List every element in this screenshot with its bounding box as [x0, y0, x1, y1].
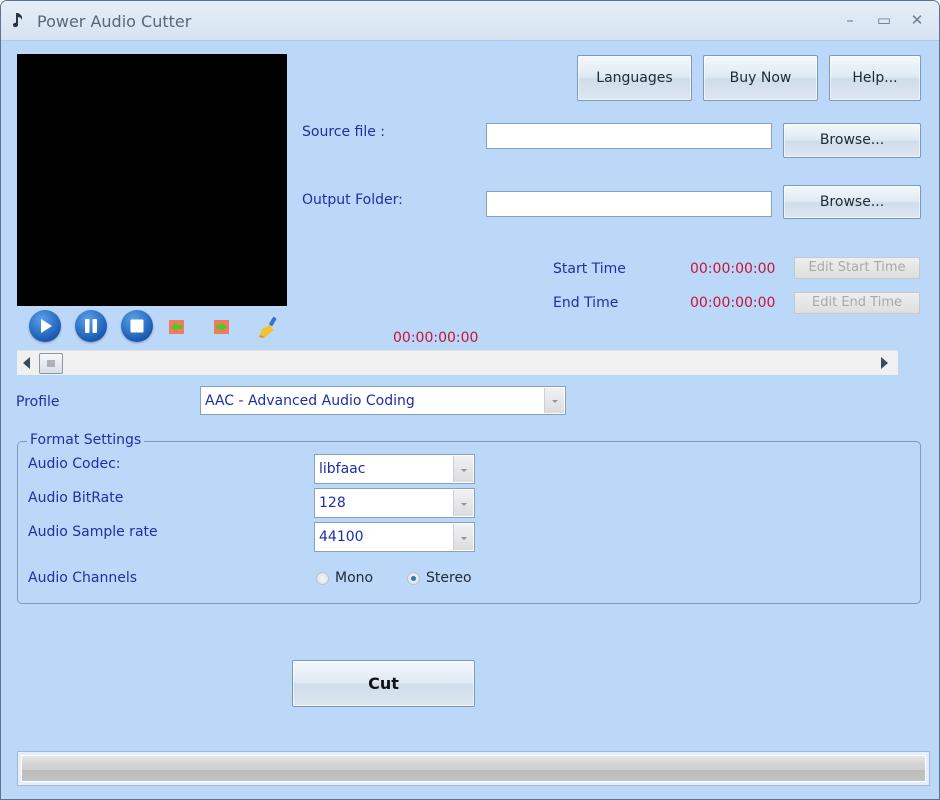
scroll-right-icon[interactable] [881, 357, 889, 369]
help-button[interactable]: Help... [829, 55, 921, 101]
audio-codec-select[interactable]: libfaac [314, 454, 475, 484]
output-folder-input[interactable] [486, 191, 772, 217]
languages-button[interactable]: Languages [577, 55, 692, 101]
profile-selected-value: AAC - Advanced Audio Coding [205, 392, 415, 409]
edit-end-time-label: Edit End Time [812, 295, 902, 310]
pause-button[interactable] [75, 310, 107, 342]
minimize-button[interactable]: – [839, 11, 861, 31]
help-button-label: Help... [852, 70, 898, 86]
close-button[interactable]: ✕ [906, 11, 928, 31]
audio-samplerate-select[interactable]: 44100 [314, 522, 475, 552]
chevron-down-icon[interactable] [453, 490, 473, 516]
cut-button[interactable]: Cut [292, 660, 475, 707]
audio-bitrate-select[interactable]: 128 [314, 488, 475, 518]
output-browse-label: Browse... [819, 194, 885, 210]
clear-icon[interactable] [259, 316, 279, 338]
languages-button-label: Languages [596, 70, 673, 86]
start-time-value: 00:00:00:00 [690, 261, 776, 277]
chevron-down-icon[interactable] [453, 456, 473, 482]
current-position-time: 00:00:00:00 [393, 330, 479, 346]
video-preview [17, 54, 287, 306]
profile-select[interactable]: AAC - Advanced Audio Coding [200, 386, 566, 415]
play-button[interactable] [29, 310, 61, 342]
buy-now-button[interactable]: Buy Now [703, 55, 818, 101]
source-browse-button[interactable]: Browse... [783, 123, 921, 158]
scroll-left-icon[interactable] [23, 357, 31, 369]
edit-start-time-label: Edit Start Time [808, 260, 906, 275]
audio-samplerate-label: Audio Sample rate [28, 524, 158, 540]
chevron-down-icon[interactable] [544, 388, 564, 413]
audio-bitrate-value: 128 [319, 495, 346, 511]
source-file-input[interactable] [486, 123, 772, 149]
stereo-radio-label[interactable]: Stereo [426, 570, 472, 586]
audio-bitrate-label: Audio BitRate [28, 490, 124, 506]
grip-icon [47, 360, 55, 367]
title-bar: Power Audio Cutter – ▭ ✕ [1, 1, 939, 41]
mono-radio-label[interactable]: Mono [335, 570, 373, 586]
edit-end-time-button[interactable]: Edit End Time [794, 292, 920, 314]
source-browse-label: Browse... [819, 132, 885, 148]
buy-now-button-label: Buy Now [729, 70, 792, 86]
progress-bar [17, 751, 930, 786]
end-time-label: End Time [553, 295, 619, 311]
audio-samplerate-value: 44100 [319, 529, 364, 545]
format-settings-title: Format Settings [27, 432, 145, 448]
progress-track [21, 755, 926, 782]
window-title: Power Audio Cutter [37, 12, 192, 31]
stop-button[interactable] [121, 310, 153, 342]
cut-button-label: Cut [368, 674, 399, 693]
pause-icon [85, 319, 97, 333]
audio-channels-label: Audio Channels [28, 570, 138, 586]
music-note-icon [12, 13, 23, 28]
end-time-value: 00:00:00:00 [690, 295, 776, 311]
source-file-label: Source file : [302, 124, 386, 140]
edit-start-time-button[interactable]: Edit Start Time [794, 257, 920, 279]
audio-codec-value: libfaac [319, 461, 366, 477]
mono-radio[interactable] [316, 572, 329, 585]
output-browse-button[interactable]: Browse... [783, 185, 921, 219]
start-time-label: Start Time [553, 261, 626, 277]
maximize-button[interactable]: ▭ [873, 11, 895, 31]
set-start-icon[interactable] [169, 319, 185, 335]
stereo-radio[interactable] [407, 572, 420, 585]
seek-thumb[interactable] [39, 353, 63, 374]
app-window: Power Audio Cutter – ▭ ✕ Languages Buy N… [0, 0, 940, 800]
chevron-down-icon[interactable] [453, 524, 473, 550]
play-icon [41, 319, 52, 333]
stop-icon [130, 319, 144, 333]
seek-slider[interactable] [17, 350, 898, 375]
audio-codec-label: Audio Codec: [28, 456, 121, 472]
output-folder-label: Output Folder: [302, 192, 403, 208]
profile-label: Profile [16, 394, 60, 410]
set-end-icon[interactable] [213, 319, 229, 335]
